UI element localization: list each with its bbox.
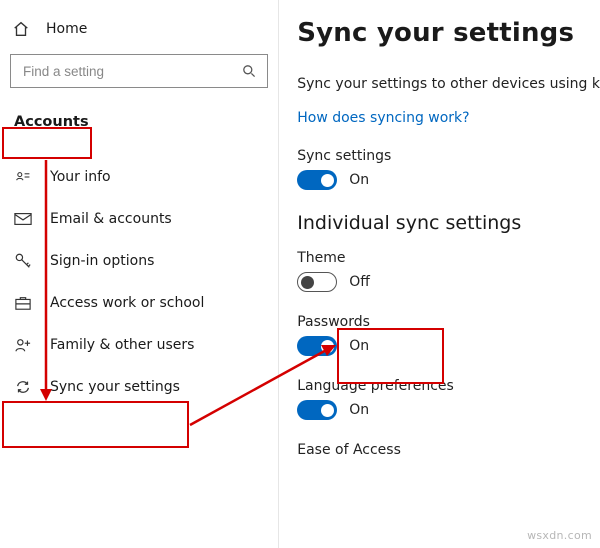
briefcase-icon <box>14 294 32 312</box>
passwords-toggle[interactable] <box>297 336 337 356</box>
sync-description: Sync your settings to other devices usin… <box>297 76 600 92</box>
language-pref-label: Language preferences <box>297 378 600 394</box>
nav-your-info[interactable]: Your info <box>0 156 278 198</box>
nav-signin-options[interactable]: Sign-in options <box>0 240 278 282</box>
home-button[interactable]: Home <box>0 14 278 54</box>
language-pref-state: On <box>349 402 369 418</box>
section-title-accounts: Accounts <box>0 106 103 138</box>
nav-label: Email & accounts <box>50 211 172 227</box>
right-pane: Sync your settings Sync your settings to… <box>279 0 600 548</box>
search-input[interactable] <box>21 63 241 80</box>
sync-settings-state: On <box>349 172 369 188</box>
sync-icon <box>14 378 32 396</box>
nav-label: Sync your settings <box>50 379 180 395</box>
ease-of-access-label: Ease of Access <box>297 442 600 458</box>
nav-label: Your info <box>50 169 111 185</box>
passwords-label: Passwords <box>297 314 600 330</box>
language-pref-toggle[interactable] <box>297 400 337 420</box>
theme-toggle[interactable] <box>297 272 337 292</box>
nav-list: Your info Email & accounts Sign-in optio… <box>0 156 278 408</box>
home-icon <box>12 20 30 38</box>
left-pane: Home Accounts Your info <box>0 0 279 548</box>
individual-sync-heading: Individual sync settings <box>297 212 600 234</box>
nav-family-users[interactable]: Family & other users <box>0 324 278 366</box>
person-card-icon <box>14 168 32 186</box>
page-title: Sync your settings <box>297 18 600 48</box>
sync-settings-label: Sync settings <box>297 148 600 164</box>
nav-sync-settings[interactable]: Sync your settings <box>0 366 278 408</box>
nav-email-accounts[interactable]: Email & accounts <box>0 198 278 240</box>
passwords-state: On <box>349 338 369 354</box>
key-icon <box>14 252 32 270</box>
nav-label: Sign-in options <box>50 253 154 269</box>
search-icon <box>241 63 257 79</box>
nav-label: Access work or school <box>50 295 204 311</box>
settings-window: Home Accounts Your info <box>0 0 600 548</box>
people-plus-icon <box>14 336 32 354</box>
mail-icon <box>14 210 32 228</box>
search-input-wrap[interactable] <box>10 54 268 88</box>
nav-label: Family & other users <box>50 337 194 353</box>
theme-label: Theme <box>297 250 600 266</box>
nav-access-work-school[interactable]: Access work or school <box>0 282 278 324</box>
home-label: Home <box>46 21 87 37</box>
how-sync-works-link[interactable]: How does syncing work? <box>297 110 600 126</box>
sync-settings-toggle[interactable] <box>297 170 337 190</box>
watermark: wsxdn.com <box>527 529 592 542</box>
theme-state: Off <box>349 274 370 290</box>
